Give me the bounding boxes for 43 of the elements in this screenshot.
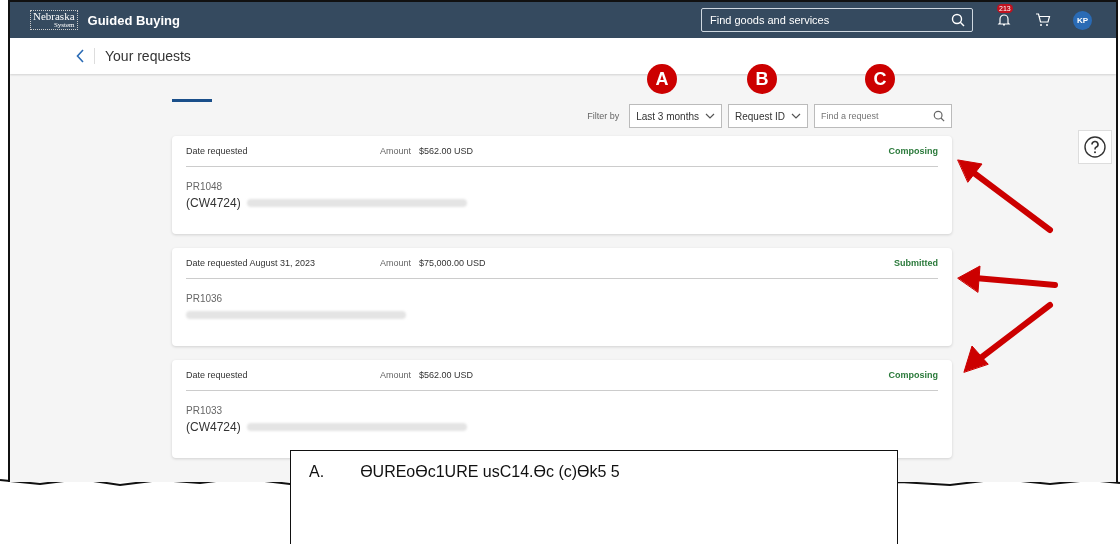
caption-marker: A. [309,463,325,482]
request-card[interactable]: Date requested Amount $562.00 USD Composing PR1033 (CW4724) [172,360,952,458]
request-status: Submitted [894,258,938,268]
date-requested: Date requested August 31, 2023 [186,258,317,268]
back-chevron-icon[interactable] [76,49,84,63]
search-icon[interactable] [951,13,965,27]
help-icon[interactable] [1084,136,1106,158]
request-id: PR1048 [186,181,224,192]
callout-marker: B [747,64,777,94]
request-id: PR1036 [186,293,224,304]
amount-value: $562.00 USD [419,370,475,380]
search-icon[interactable] [933,110,945,122]
request-code: (CW4724) [186,196,241,210]
amount-value: $75,000.00 USD [419,258,487,268]
bell-icon[interactable] [997,13,1011,27]
amount-value: $562.00 USD [419,146,475,156]
request-id: PR1033 [186,405,224,416]
tab-indicator [172,99,212,102]
callout-marker: C [865,64,895,94]
page-title: Your requests [105,48,191,64]
callout-marker: A [647,64,677,94]
request-code: (CW4724) [186,420,241,434]
request-card[interactable]: Date requested August 31, 2023 Amount $75,000.00 USD Submitted PR1036 [172,248,952,346]
request-status: Composing [888,370,938,380]
amount-label: Amount [380,146,412,156]
search-field[interactable]: Find goods and services [701,8,973,32]
request-search-field[interactable]: Find a request [814,104,952,128]
amount-label: Amount [380,258,412,268]
filter-label: Filter by [587,111,620,121]
sort-dropdown[interactable]: Request ID [727,104,808,128]
request-status: Composing [888,146,938,156]
user-avatar[interactable]: KP [1073,10,1092,30]
help-button[interactable] [1078,130,1112,164]
request-card[interactable]: Date requested Amount $562.00 USD Composing PR1048 (CW4724) [172,136,952,234]
app-title: Guided Buying [87,12,180,28]
chevron-icon [791,113,801,119]
caption-text: ƟUREoƟc1URE usC14.Ɵc (c)Ɵk5 5 [360,463,620,482]
date-requested: Date requested [186,146,249,156]
date-requested: Date requested [186,370,249,380]
period-dropdown[interactable]: Last 3 months [629,104,722,128]
chevron-icon [704,113,715,119]
amount-label: Amount [380,370,412,380]
cart-icon[interactable] [1035,13,1051,27]
